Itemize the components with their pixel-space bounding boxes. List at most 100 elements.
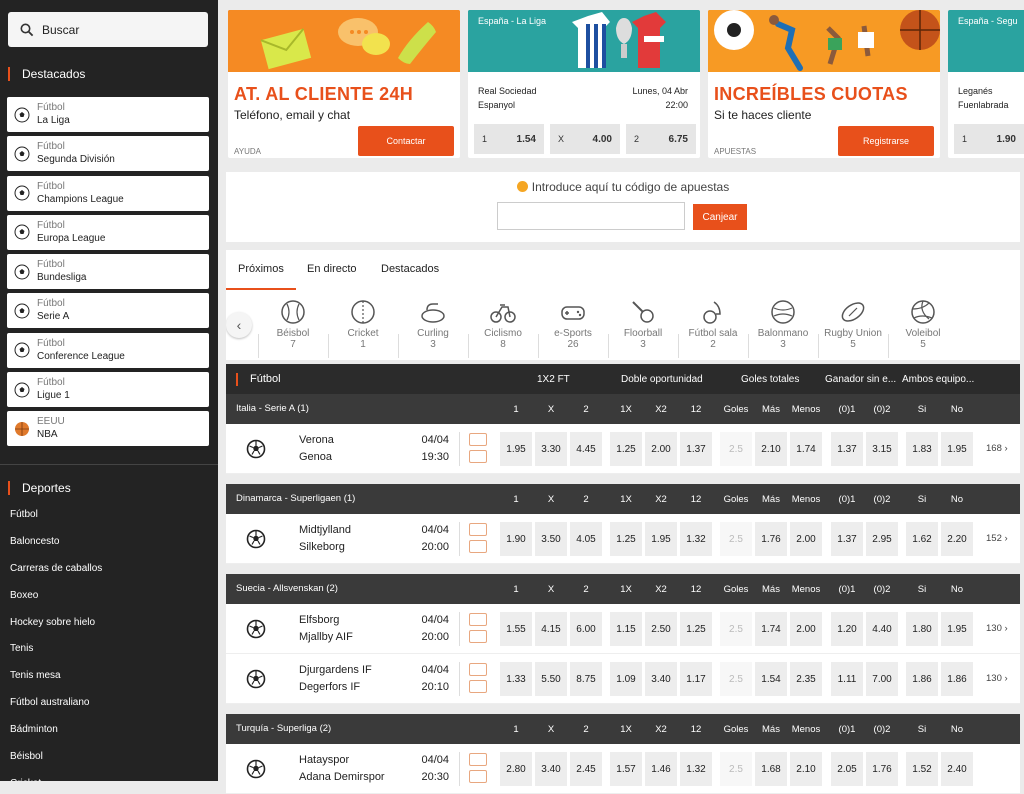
odd-button[interactable]: 1.54: [755, 662, 787, 696]
featured-item[interactable]: Fútbol Champions League: [7, 175, 209, 211]
video-icon[interactable]: [469, 450, 487, 463]
odd-button[interactable]: 4.05: [570, 522, 602, 556]
odd-button[interactable]: 2.35: [790, 662, 822, 696]
odd-button[interactable]: 4.15: [535, 612, 567, 646]
odd-button[interactable]: 2.00: [790, 612, 822, 646]
odd-button[interactable]: 1.32: [680, 522, 712, 556]
more-markets-link[interactable]: 130 ›: [986, 623, 1008, 634]
sport-link[interactable]: Béisbol: [10, 748, 210, 775]
odd-button[interactable]: 5.50: [535, 662, 567, 696]
featured-item[interactable]: EEUU NBA: [7, 411, 209, 447]
sport-link[interactable]: Tenis: [10, 640, 210, 667]
match-banner-segunda[interactable]: España - Segu Leganés Fuenlabrada 1 1.90: [948, 10, 1024, 158]
odd-button[interactable]: 1.55: [500, 612, 532, 646]
stats-icon[interactable]: [469, 663, 487, 676]
tab-proximos[interactable]: Próximos: [226, 263, 296, 290]
sport-link[interactable]: Baloncesto: [10, 533, 210, 560]
odd-button[interactable]: 2.00: [790, 522, 822, 556]
chevron-left-icon[interactable]: ‹: [226, 312, 252, 338]
odd-button[interactable]: 1.17: [680, 662, 712, 696]
odd-button[interactable]: 1.80: [906, 612, 938, 646]
odd-button[interactable]: 3.15: [866, 432, 898, 466]
stats-icon[interactable]: [469, 753, 487, 766]
support-banner[interactable]: AT. AL CLIENTE 24H Teléfono, email y cha…: [228, 10, 460, 158]
category-curling-stone[interactable]: Curling 3: [398, 296, 468, 358]
sport-link[interactable]: Bádminton: [10, 721, 210, 748]
stats-icon[interactable]: [469, 523, 487, 536]
match-row[interactable]: Elfsborg Mjallby AIF 04/04 20:00 1.55 4.15 6.0…: [226, 604, 1020, 654]
odd-button[interactable]: 1.76: [755, 522, 787, 556]
search-box[interactable]: Buscar: [8, 12, 208, 47]
odd-button[interactable]: 3.40: [645, 662, 677, 696]
odd-button[interactable]: 6.00: [570, 612, 602, 646]
odd-button[interactable]: 1.33: [500, 662, 532, 696]
more-markets-link[interactable]: 130 ›: [986, 673, 1008, 684]
featured-item[interactable]: Fútbol Segunda División: [7, 136, 209, 172]
sport-link[interactable]: Hockey sobre hielo: [10, 614, 210, 641]
video-icon[interactable]: [469, 770, 487, 783]
odd-button[interactable]: 1.95: [941, 612, 973, 646]
odd-button[interactable]: 1.83: [906, 432, 938, 466]
redeem-button[interactable]: Canjear: [693, 204, 747, 230]
register-button[interactable]: Registrarse: [838, 126, 934, 156]
odd-button[interactable]: 2.20: [941, 522, 973, 556]
odd-button[interactable]: 1.37: [831, 432, 863, 466]
odd-button[interactable]: 2.50: [645, 612, 677, 646]
odd-button[interactable]: 3.50: [535, 522, 567, 556]
promo-banner[interactable]: INCREÍBLES CUOTAS Si te haces cliente AP…: [708, 10, 940, 158]
category-volleyball[interactable]: Voleibol 5: [888, 296, 958, 358]
odd-button[interactable]: 1.20: [831, 612, 863, 646]
odd-button[interactable]: 3.30: [535, 432, 567, 466]
match-row[interactable]: Midtjylland Silkeborg 04/04 20:00 1.90 3.50 4.…: [226, 514, 1020, 564]
video-icon[interactable]: [469, 540, 487, 553]
odd-button[interactable]: 1.25: [610, 432, 642, 466]
odd-button[interactable]: 2.95: [866, 522, 898, 556]
odd-button[interactable]: 1 1.54: [474, 124, 544, 154]
sport-link[interactable]: Fútbol: [10, 506, 210, 533]
video-icon[interactable]: [469, 630, 487, 643]
odd-button[interactable]: 1.25: [610, 522, 642, 556]
category-bicycle[interactable]: Ciclismo 8: [468, 296, 538, 358]
featured-item[interactable]: Fútbol Ligue 1: [7, 372, 209, 408]
odd-button[interactable]: 8.75: [570, 662, 602, 696]
sport-link[interactable]: Boxeo: [10, 587, 210, 614]
odd-button[interactable]: X 4.00: [550, 124, 620, 154]
more-markets-link[interactable]: 168 ›: [986, 443, 1008, 454]
stats-icon[interactable]: [469, 613, 487, 626]
odd-button[interactable]: 1.62: [906, 522, 938, 556]
odd-button[interactable]: 1.09: [610, 662, 642, 696]
odd-button[interactable]: 2.00: [645, 432, 677, 466]
bet-code-input[interactable]: [497, 202, 685, 230]
more-markets-link[interactable]: 152 ›: [986, 533, 1008, 544]
category-cricket-ball[interactable]: Cricket 1: [328, 296, 398, 358]
sport-link[interactable]: Cricket: [10, 775, 210, 781]
contact-button[interactable]: Contactar: [358, 126, 454, 156]
match-row[interactable]: Verona Genoa 04/04 19:30 1.95 3.30 4.45 1.25 2.0…: [226, 424, 1020, 474]
odd-button[interactable]: 2.10: [755, 432, 787, 466]
sport-link[interactable]: Fútbol australiano: [10, 694, 210, 721]
sport-link[interactable]: Tenis mesa: [10, 667, 210, 694]
odd-button[interactable]: 1.15: [610, 612, 642, 646]
odd-button[interactable]: 1.86: [941, 662, 973, 696]
odd-button[interactable]: 2 6.75: [626, 124, 696, 154]
featured-item[interactable]: Fútbol Bundesliga: [7, 254, 209, 290]
featured-item[interactable]: Fútbol Europa League: [7, 214, 209, 250]
odd-button[interactable]: 1.37: [680, 432, 712, 466]
odd-button[interactable]: 1.25: [680, 612, 712, 646]
stats-icon[interactable]: [469, 433, 487, 446]
match-banner-laliga[interactable]: España - La Liga Real Sociedad Espanyol …: [468, 10, 700, 158]
category-baseball[interactable]: Béisbol 7: [258, 296, 328, 358]
odd-button[interactable]: 1.11: [831, 662, 863, 696]
category-floorball[interactable]: Floorball 3: [608, 296, 678, 358]
odd-button[interactable]: 1.74: [755, 612, 787, 646]
match-row[interactable]: Hatayspor Adana Demirspor 04/04 20:30 2.80 3.…: [226, 744, 1020, 794]
odd-button[interactable]: 1 1.90: [954, 124, 1024, 154]
odd-button[interactable]: 4.40: [866, 612, 898, 646]
featured-item[interactable]: Fútbol Serie A: [7, 293, 209, 329]
odd-button[interactable]: 1.95: [941, 432, 973, 466]
tab-destacados[interactable]: Destacados: [381, 263, 439, 275]
tab-en-directo[interactable]: En directo: [307, 263, 357, 275]
odd-button[interactable]: 1.95: [645, 522, 677, 556]
odd-button[interactable]: 1.95: [500, 432, 532, 466]
category-futsal[interactable]: Fútbol sala 2: [678, 296, 748, 358]
